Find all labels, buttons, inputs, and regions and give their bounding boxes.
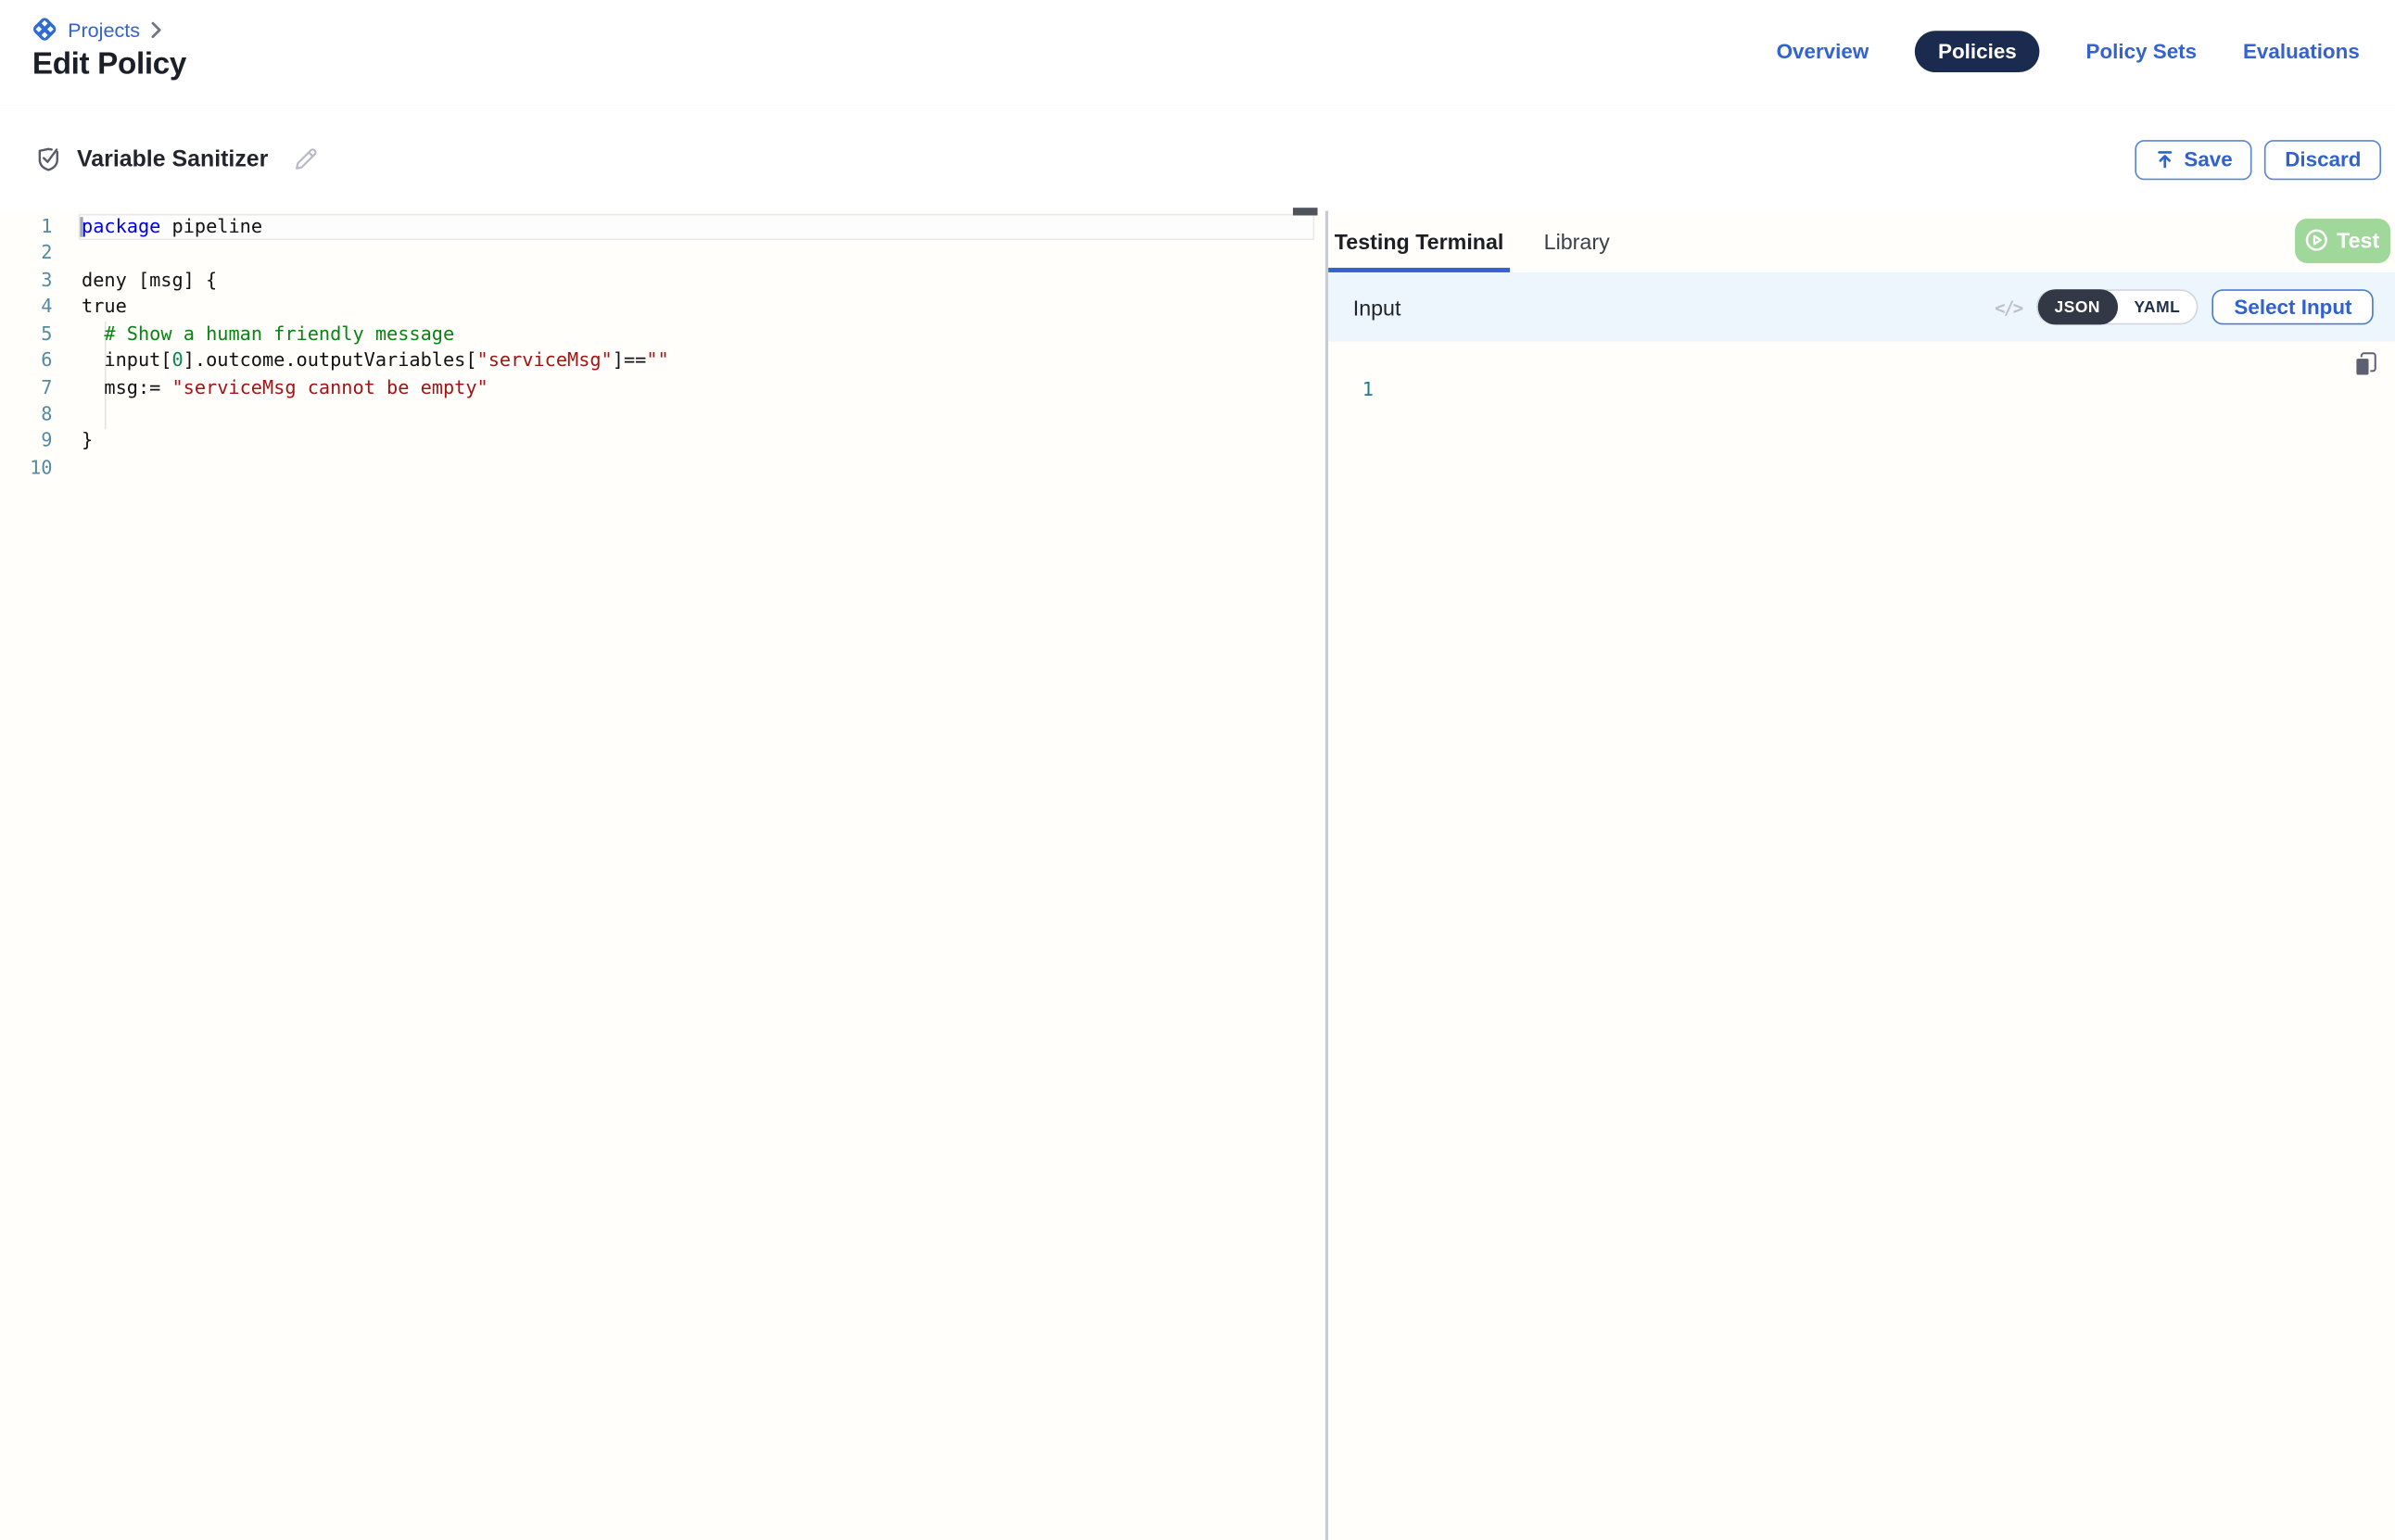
page-header: Projects Edit Policy Overview Policies P… <box>0 0 2395 109</box>
save-button[interactable]: Save <box>2135 139 2252 179</box>
edit-name-pencil-icon[interactable] <box>293 146 319 172</box>
line-number: 4 <box>0 295 52 322</box>
line-number: 9 <box>0 428 52 455</box>
nav-tab-policies[interactable]: Policies <box>1915 30 2040 71</box>
line-number: 8 <box>0 401 52 428</box>
save-button-label: Save <box>2184 147 2232 170</box>
code-line: 5 # Show a human friendly message <box>0 322 1325 348</box>
code-line: 3deny [msg] { <box>0 268 1325 295</box>
tab-library[interactable]: Library <box>1544 211 1610 272</box>
code-line: 8 <box>0 401 1325 428</box>
code-line: 1package pipeline <box>0 214 1325 241</box>
test-button-label: Test <box>2337 228 2379 253</box>
testing-tabs: Testing Terminal Library Test <box>1328 211 2395 272</box>
input-label: Input <box>1353 295 1401 320</box>
policy-toolbar: Variable Sanitizer Save <box>0 107 2395 212</box>
code-line: 7 msg:= "serviceMsg cannot be empty" <box>0 374 1325 401</box>
play-circle-icon <box>2304 228 2329 253</box>
testing-panel: Testing Terminal Library Test Input <box>1328 211 2395 1540</box>
page-title: Edit Policy <box>32 47 186 82</box>
select-input-button[interactable]: Select Input <box>2212 289 2374 324</box>
policy-code-editor[interactable]: 1package pipeline23deny [msg] {4true5 # … <box>0 211 1325 483</box>
module-nav: Overview Policies Policy Sets Evaluation… <box>1777 31 2360 70</box>
input-editor-line-number: 1 <box>1362 379 1374 400</box>
line-number: 6 <box>0 347 52 374</box>
content-split: 1package pipeline23deny [msg] {4true5 # … <box>0 211 2395 1540</box>
active-tab-underline <box>1328 268 1510 272</box>
line-number: 10 <box>0 455 52 482</box>
test-button[interactable]: Test <box>2294 218 2389 263</box>
format-toggle[interactable]: JSON YAML <box>2036 289 2199 324</box>
projects-icon <box>31 16 58 44</box>
upload-icon <box>2155 149 2175 170</box>
line-number: 2 <box>0 241 52 268</box>
code-line: 2 <box>0 241 1325 268</box>
discard-button[interactable]: Discard <box>2265 139 2381 179</box>
tab-testing-terminal[interactable]: Testing Terminal <box>1335 211 1504 272</box>
input-editor[interactable]: 1 <box>1328 342 2395 1540</box>
edit-policy-page: Projects Edit Policy Overview Policies P… <box>0 0 2395 1540</box>
nav-tab-overview[interactable]: Overview <box>1777 39 1869 62</box>
input-header-bar: Input </> JSON YAML Select Input <box>1328 272 2395 342</box>
code-view-icon[interactable]: </> <box>1995 297 2022 318</box>
copy-icon[interactable] <box>2352 351 2380 379</box>
code-line: 6 input[0].outcome.outputVariables["serv… <box>0 347 1325 374</box>
policy-editor-pane: 1package pipeline23deny [msg] {4true5 # … <box>0 211 1328 1540</box>
shield-check-icon <box>34 145 64 174</box>
line-number: 5 <box>0 322 52 348</box>
line-number: 7 <box>0 374 52 401</box>
code-line: 10 <box>0 455 1325 482</box>
line-number: 3 <box>0 268 52 295</box>
discard-button-label: Discard <box>2285 147 2361 170</box>
overview-ruler-mark <box>1293 208 1318 214</box>
policy-name: Variable Sanitizer <box>77 146 268 172</box>
format-option-json[interactable]: JSON <box>2037 289 2117 324</box>
breadcrumb-projects-link[interactable]: Projects <box>68 18 140 41</box>
chevron-right-icon <box>149 20 163 37</box>
code-line: 4true <box>0 295 1325 322</box>
format-option-yaml[interactable]: YAML <box>2117 289 2197 324</box>
breadcrumb: Projects <box>31 16 163 44</box>
nav-tab-evaluations[interactable]: Evaluations <box>2243 39 2360 62</box>
nav-tab-policy-sets[interactable]: Policy Sets <box>2085 39 2197 62</box>
code-line: 9} <box>0 428 1325 455</box>
line-number: 1 <box>0 214 52 241</box>
